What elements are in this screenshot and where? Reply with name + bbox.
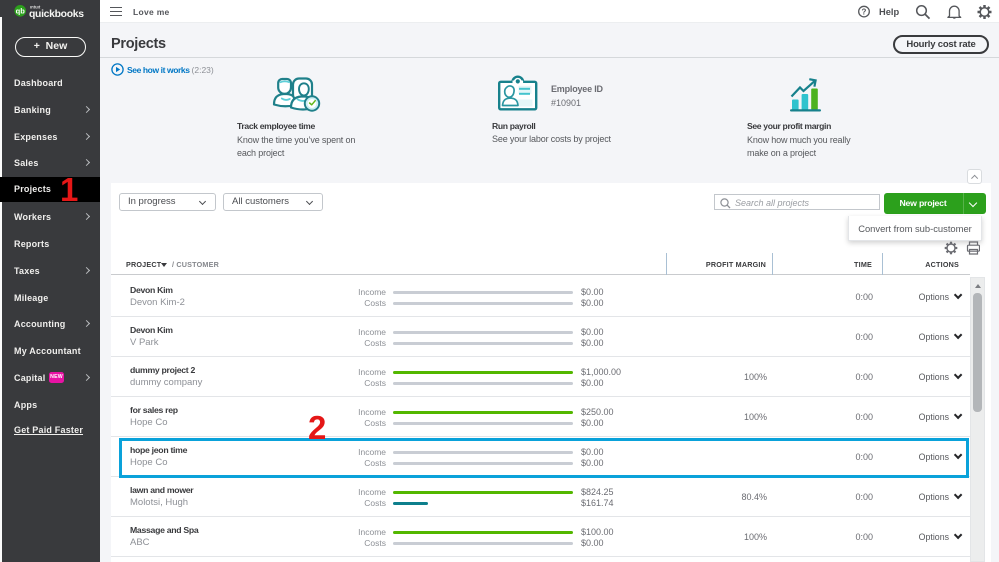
svg-text:?: ? — [862, 8, 867, 17]
svg-text:quickbooks: quickbooks — [29, 9, 84, 19]
svg-text:Help: Help — [879, 7, 899, 17]
svg-text:qb: qb — [16, 7, 26, 16]
